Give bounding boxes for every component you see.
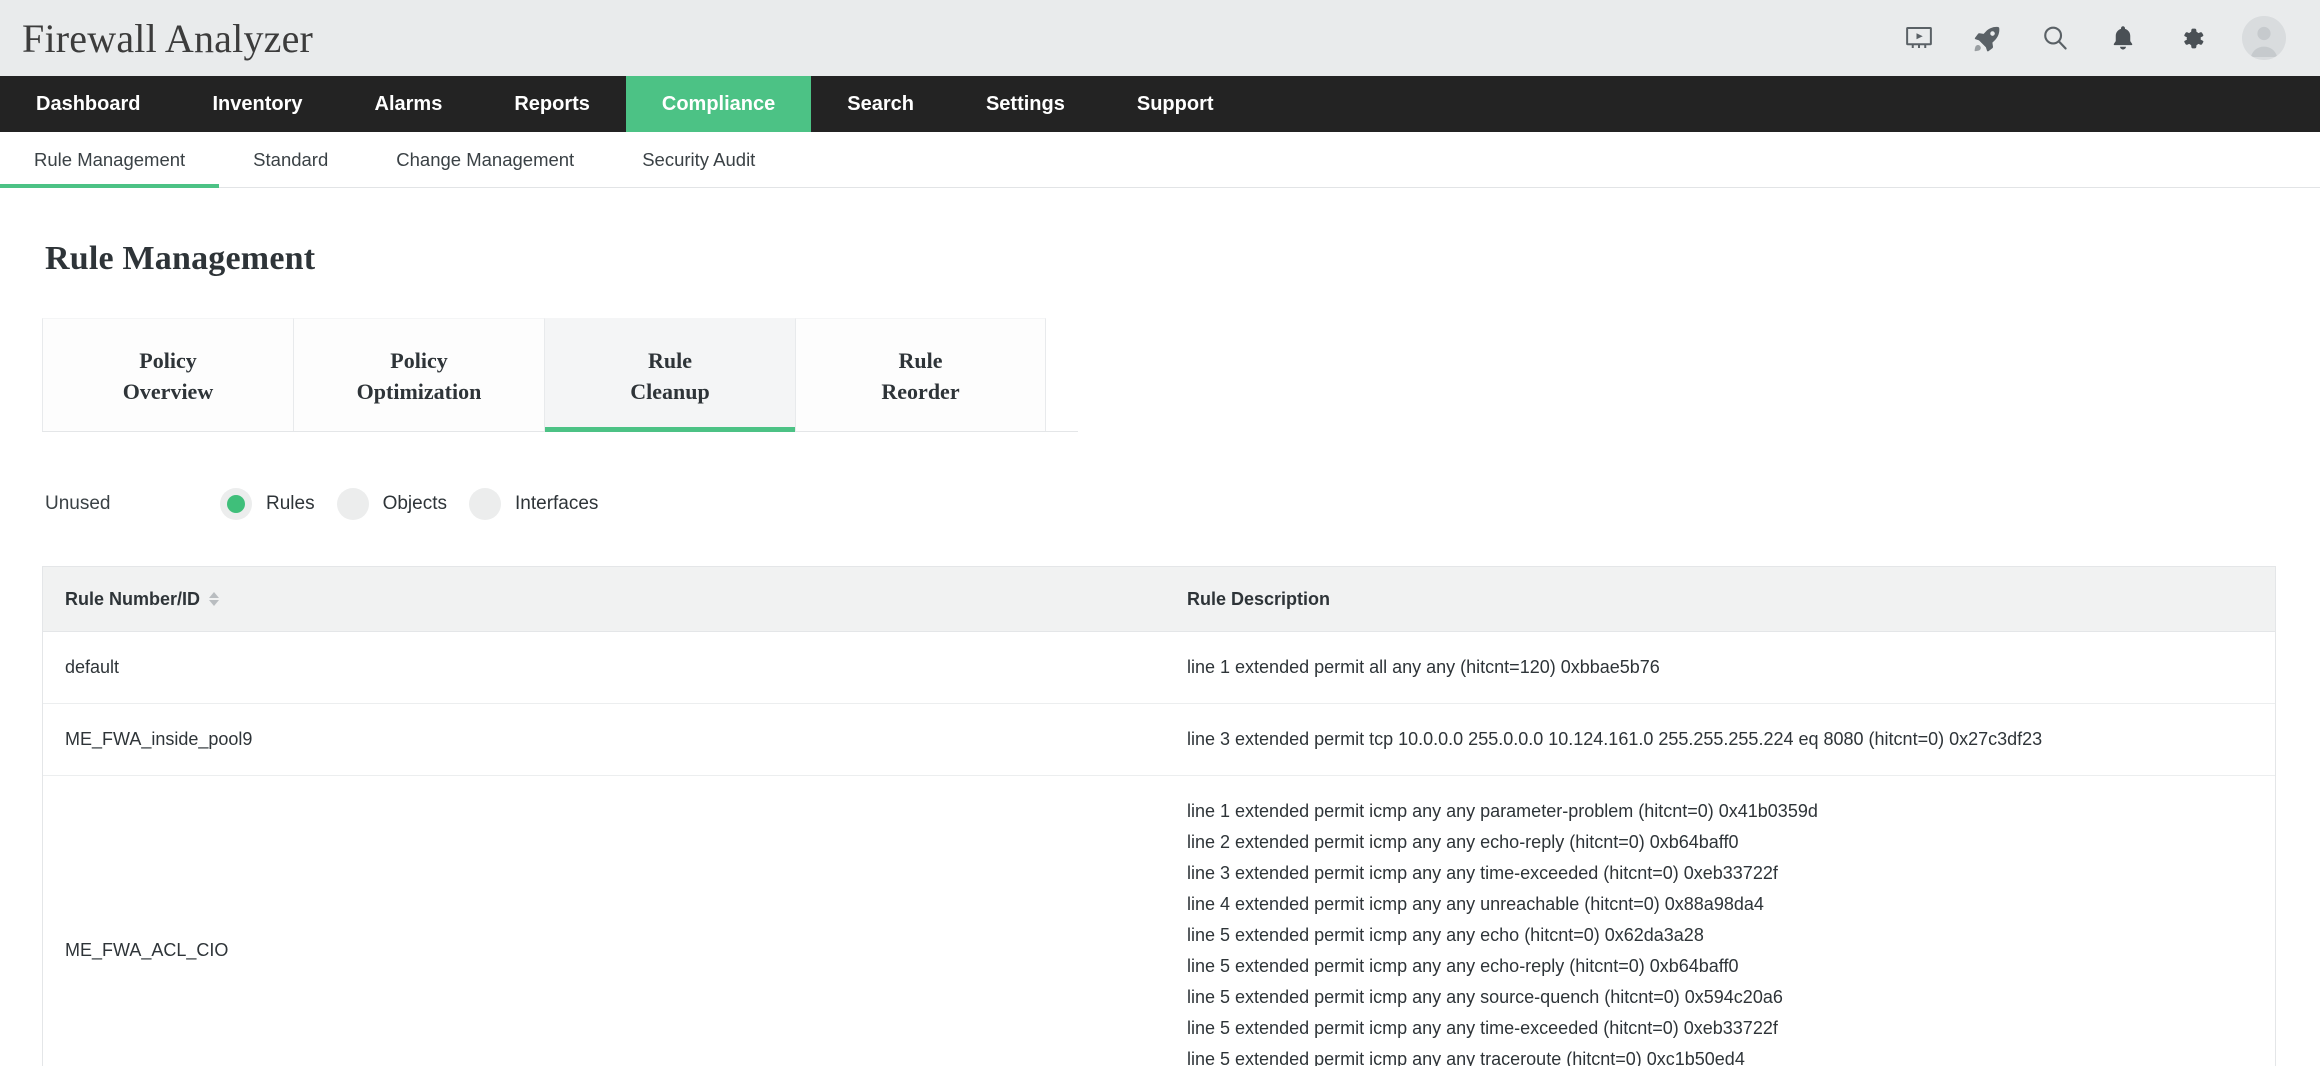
cell-rule-id: ME_FWA_ACL_CIO (43, 776, 1165, 1066)
rocket-icon[interactable] (1970, 21, 2004, 55)
gear-icon[interactable] (2174, 21, 2208, 55)
presentation-play-icon[interactable] (1902, 21, 1936, 55)
subnav-label: Change Management (396, 149, 574, 171)
cell-rule-description: line 3 extended permit tcp 10.0.0.0 255.… (1165, 704, 2275, 776)
column-header-label: Rule Description (1187, 589, 1330, 609)
radio-label: Objects (383, 493, 447, 515)
radio-objects[interactable]: Objects (337, 488, 447, 520)
nav-label: Dashboard (36, 93, 140, 116)
table-row[interactable]: ME_FWA_inside_pool9 line 3 extended perm… (43, 704, 2275, 776)
nav-label: Inventory (212, 93, 302, 116)
description-line: line 5 extended permit icmp any any sour… (1187, 982, 2253, 1013)
radio-dot-icon (337, 488, 369, 520)
subnav-item-change-management[interactable]: Change Management (362, 132, 608, 187)
unused-filter-label: Unused (45, 493, 220, 515)
subnav-item-rule-management[interactable]: Rule Management (0, 132, 219, 187)
nav-item-support[interactable]: Support (1101, 76, 1250, 132)
nav-label: Alarms (375, 93, 443, 116)
description-line: line 1 extended permit all any any (hitc… (1187, 652, 2253, 683)
nav-label: Support (1137, 93, 1214, 116)
description-line: line 3 extended permit icmp any any time… (1187, 858, 2253, 889)
unused-radio-group: Rules Objects Interfaces (220, 488, 620, 520)
tab-rule-reorder[interactable]: Rule Reorder (795, 318, 1046, 431)
cell-rule-id: default (43, 631, 1165, 703)
nav-item-search[interactable]: Search (811, 76, 950, 132)
radio-interfaces[interactable]: Interfaces (469, 488, 598, 520)
radio-dot-icon (469, 488, 501, 520)
subnav-item-standard[interactable]: Standard (219, 132, 362, 187)
subnav-item-security-audit[interactable]: Security Audit (608, 132, 789, 187)
bell-icon[interactable] (2106, 21, 2140, 55)
table-row[interactable]: default line 1 extended permit all any a… (43, 631, 2275, 703)
radio-dot-icon (220, 488, 252, 520)
tab-label-line1: Rule (555, 345, 785, 376)
nav-label: Reports (514, 93, 590, 116)
main-navigation: Dashboard Inventory Alarms Reports Compl… (0, 76, 2320, 132)
sort-arrows-icon[interactable] (209, 592, 219, 606)
table-head: Rule Number/ID Rule Description (43, 567, 2275, 631)
app-title: Firewall Analyzer (22, 15, 313, 62)
nav-label: Compliance (662, 93, 775, 116)
search-icon[interactable] (2038, 21, 2072, 55)
tab-label-line1: Policy (304, 345, 534, 376)
tab-label-line2: Cleanup (555, 376, 785, 407)
description-line: line 5 extended permit icmp any any echo… (1187, 920, 2253, 951)
titlebar-icon-group (1902, 16, 2286, 60)
radio-label: Rules (266, 493, 315, 515)
rules-table-container: Rule Number/ID Rule Description default … (42, 566, 2276, 1066)
description-line: line 1 extended permit icmp any any para… (1187, 796, 2253, 827)
subnav-label: Standard (253, 149, 328, 171)
unused-filter-row: Unused Rules Objects Interfaces (42, 484, 2278, 524)
tab-label-line1: Rule (806, 345, 1035, 376)
radio-rules[interactable]: Rules (220, 488, 315, 520)
nav-item-settings[interactable]: Settings (950, 76, 1101, 132)
table-header-row: Rule Number/ID Rule Description (43, 567, 2275, 631)
description-line: line 5 extended permit icmp any any time… (1187, 1013, 2253, 1044)
tab-policy-optimization[interactable]: Policy Optimization (293, 318, 544, 431)
avatar[interactable] (2242, 16, 2286, 60)
nav-item-compliance[interactable]: Compliance (626, 76, 811, 132)
sub-navigation: Rule Management Standard Change Manageme… (0, 132, 2320, 188)
nav-item-alarms[interactable]: Alarms (339, 76, 479, 132)
description-line: line 5 extended permit icmp any any echo… (1187, 951, 2253, 982)
radio-label: Interfaces (515, 493, 598, 515)
description-line: line 4 extended permit icmp any any unre… (1187, 889, 2253, 920)
column-header-rule-description: Rule Description (1165, 567, 2275, 631)
description-line: line 3 extended permit tcp 10.0.0.0 255.… (1187, 724, 2253, 755)
table-body: default line 1 extended permit all any a… (43, 631, 2275, 1066)
subnav-label: Rule Management (34, 149, 185, 171)
description-line: line 5 extended permit icmp any any trac… (1187, 1044, 2253, 1066)
tab-rule-cleanup[interactable]: Rule Cleanup (544, 318, 795, 431)
cell-rule-id: ME_FWA_inside_pool9 (43, 704, 1165, 776)
cell-rule-description: line 1 extended permit icmp any any para… (1165, 776, 2275, 1066)
tab-label-line2: Reorder (806, 376, 1035, 407)
column-header-label: Rule Number/ID (65, 589, 200, 610)
subnav-label: Security Audit (642, 149, 755, 171)
column-header-rule-id[interactable]: Rule Number/ID (43, 567, 1165, 631)
cell-rule-description: line 1 extended permit all any any (hitc… (1165, 631, 2275, 703)
page-title: Rule Management (42, 188, 2278, 278)
tab-label-line2: Optimization (304, 376, 534, 407)
nav-item-reports[interactable]: Reports (478, 76, 626, 132)
title-bar: Firewall Analyzer (0, 0, 2320, 76)
tab-label-line1: Policy (53, 345, 283, 376)
tab-strip: Policy Overview Policy Optimization Rule… (42, 318, 1078, 432)
tab-policy-overview[interactable]: Policy Overview (42, 318, 293, 431)
nav-label: Settings (986, 93, 1065, 116)
tab-label-line2: Overview (53, 376, 283, 407)
description-line: line 2 extended permit icmp any any echo… (1187, 827, 2253, 858)
nav-item-inventory[interactable]: Inventory (176, 76, 338, 132)
nav-item-dashboard[interactable]: Dashboard (0, 76, 176, 132)
page-content: Rule Management Policy Overview Policy O… (0, 188, 2320, 1066)
table-row[interactable]: ME_FWA_ACL_CIO line 1 extended permit ic… (43, 776, 2275, 1066)
rules-table: Rule Number/ID Rule Description default … (43, 567, 2275, 1066)
nav-label: Search (847, 93, 914, 116)
